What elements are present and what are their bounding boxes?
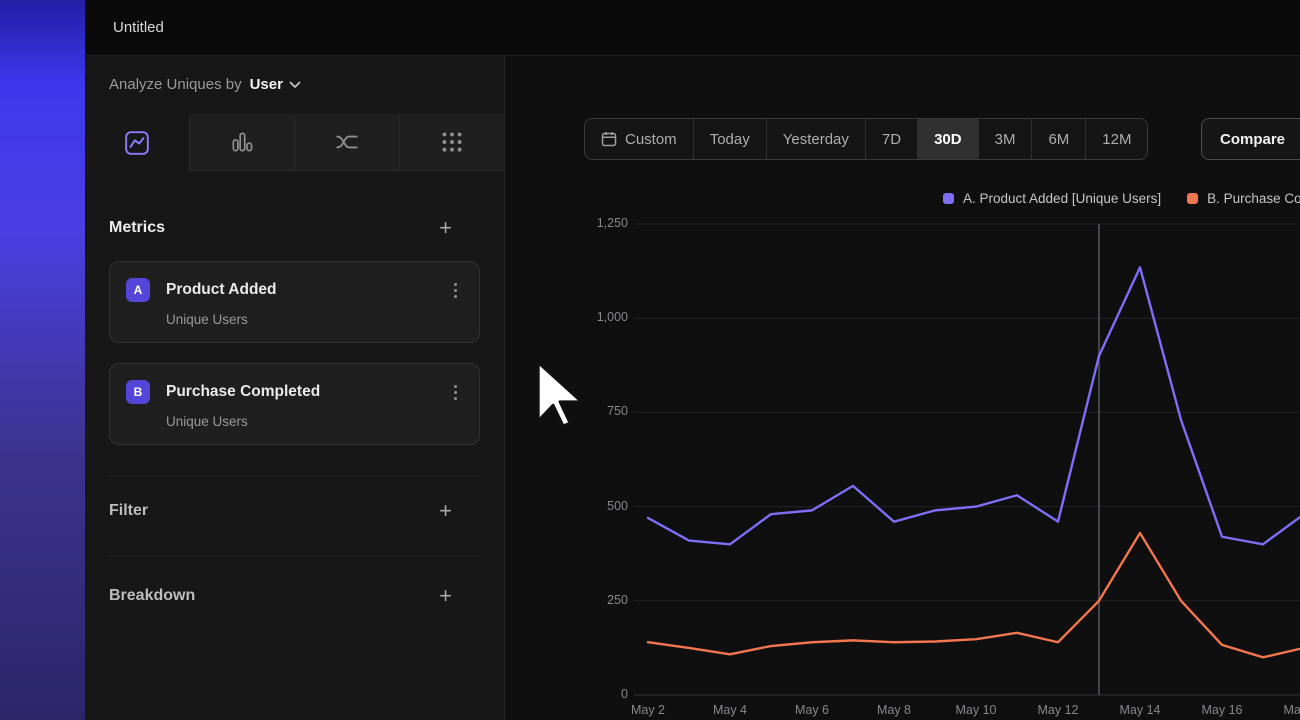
range-yesterday[interactable]: Yesterday <box>766 119 865 159</box>
line-chart-icon <box>124 130 150 156</box>
metric-name: Product Added <box>166 281 448 299</box>
x-axis-tick: May 10 <box>946 703 1006 717</box>
analyze-by-value: User <box>250 76 283 93</box>
add-filter-button[interactable]: + <box>439 502 452 520</box>
calendar-icon <box>601 131 617 147</box>
flow-icon <box>334 129 360 155</box>
y-axis-tick: 250 <box>566 593 628 607</box>
range-label: 30D <box>934 131 962 148</box>
x-axis-tick: May 18 <box>1274 703 1300 717</box>
metrics-title: Metrics <box>109 219 165 237</box>
breakdown-header: Breakdown + <box>109 556 480 605</box>
topbar: Untitled <box>85 0 1300 56</box>
metric-badge: B <box>126 380 150 404</box>
chart-type-tabs <box>85 114 504 171</box>
legend-item[interactable]: A. Product Added [Unique Users] <box>943 191 1161 206</box>
y-axis-tick: 500 <box>566 499 628 513</box>
filter-header: Filter + <box>109 475 480 520</box>
sidebar-content: Metrics + A Product Added Unique Users B… <box>85 171 504 605</box>
compare-button[interactable]: Compare <box>1201 118 1300 160</box>
analyze-by-select[interactable]: User <box>250 76 301 93</box>
range-30d[interactable]: 30D <box>917 119 978 159</box>
range-label: 7D <box>882 131 901 148</box>
legend-swatch <box>1187 193 1198 204</box>
tab-line-chart[interactable] <box>85 114 189 171</box>
range-7d[interactable]: 7D <box>865 119 917 159</box>
kebab-menu-icon[interactable] <box>448 381 463 404</box>
range-label: 12M <box>1102 131 1131 148</box>
x-axis-tick: May 8 <box>864 703 924 717</box>
kebab-menu-icon[interactable] <box>448 279 463 302</box>
metric-card-a[interactable]: A Product Added Unique Users <box>109 261 480 343</box>
x-axis-tick: May 4 <box>700 703 760 717</box>
y-axis-tick: 0 <box>566 687 628 701</box>
x-axis-tick: May 12 <box>1028 703 1088 717</box>
sidebar: Analyze Uniques by User <box>85 56 505 720</box>
app-window: Untitled Analyze Uniques by User <box>0 0 1300 720</box>
legend-item[interactable]: B. Purchase Completed [Unique Users] <box>1187 191 1300 206</box>
metric-subtitle: Unique Users <box>166 312 463 327</box>
range-label: 3M <box>995 131 1016 148</box>
add-metric-button[interactable]: + <box>439 219 452 237</box>
range-today[interactable]: Today <box>693 119 766 159</box>
metric-badge: A <box>126 278 150 302</box>
y-axis-tick: 1,000 <box>566 310 628 324</box>
tab-bar-chart[interactable] <box>189 114 294 171</box>
grid-dots-icon <box>439 129 465 155</box>
metrics-header: Metrics + <box>109 219 480 237</box>
y-axis-tick: 1,250 <box>566 216 628 230</box>
range-label: Yesterday <box>783 131 849 148</box>
range-label: Custom <box>625 131 677 148</box>
x-axis-tick: May 2 <box>618 703 678 717</box>
range-label: Today <box>710 131 750 148</box>
breakdown-title: Breakdown <box>109 587 195 605</box>
legend-label: B. Purchase Completed [Unique Users] <box>1207 191 1300 206</box>
range-3m[interactable]: 3M <box>978 119 1032 159</box>
metric-subtitle: Unique Users <box>166 414 463 429</box>
range-6m[interactable]: 6M <box>1031 119 1085 159</box>
legend-label: A. Product Added [Unique Users] <box>963 191 1161 206</box>
tab-flows[interactable] <box>294 114 399 171</box>
metric-name: Purchase Completed <box>166 383 448 401</box>
brand-gradient-rail <box>0 0 85 720</box>
filter-title: Filter <box>109 502 148 520</box>
analyze-by-label: Analyze Uniques by <box>109 76 242 93</box>
report-title[interactable]: Untitled <box>113 19 164 36</box>
y-axis-tick: 750 <box>566 404 628 418</box>
bar-chart-icon <box>229 129 255 155</box>
range-label: 6M <box>1048 131 1069 148</box>
range-12m[interactable]: 12M <box>1085 119 1147 159</box>
x-axis-tick: May 6 <box>782 703 842 717</box>
legend-swatch <box>943 193 954 204</box>
chart-panel: Custom Today Yesterday 7D 30D 3M 6M 12M Compare… <box>506 56 1300 720</box>
add-breakdown-button[interactable]: + <box>439 587 452 605</box>
date-range-picker: Custom Today Yesterday 7D 30D 3M 6M 12M <box>584 118 1148 160</box>
analyze-by-row: Analyze Uniques by User <box>85 56 504 113</box>
metric-card-b[interactable]: B Purchase Completed Unique Users <box>109 363 480 445</box>
chevron-down-icon <box>289 81 301 89</box>
tab-retention[interactable] <box>399 114 504 171</box>
x-axis-tick: May 14 <box>1110 703 1170 717</box>
range-custom[interactable]: Custom <box>585 119 693 159</box>
chart-legend: A. Product Added [Unique Users] B. Purcha… <box>943 191 1300 206</box>
x-axis-tick: May 16 <box>1192 703 1252 717</box>
